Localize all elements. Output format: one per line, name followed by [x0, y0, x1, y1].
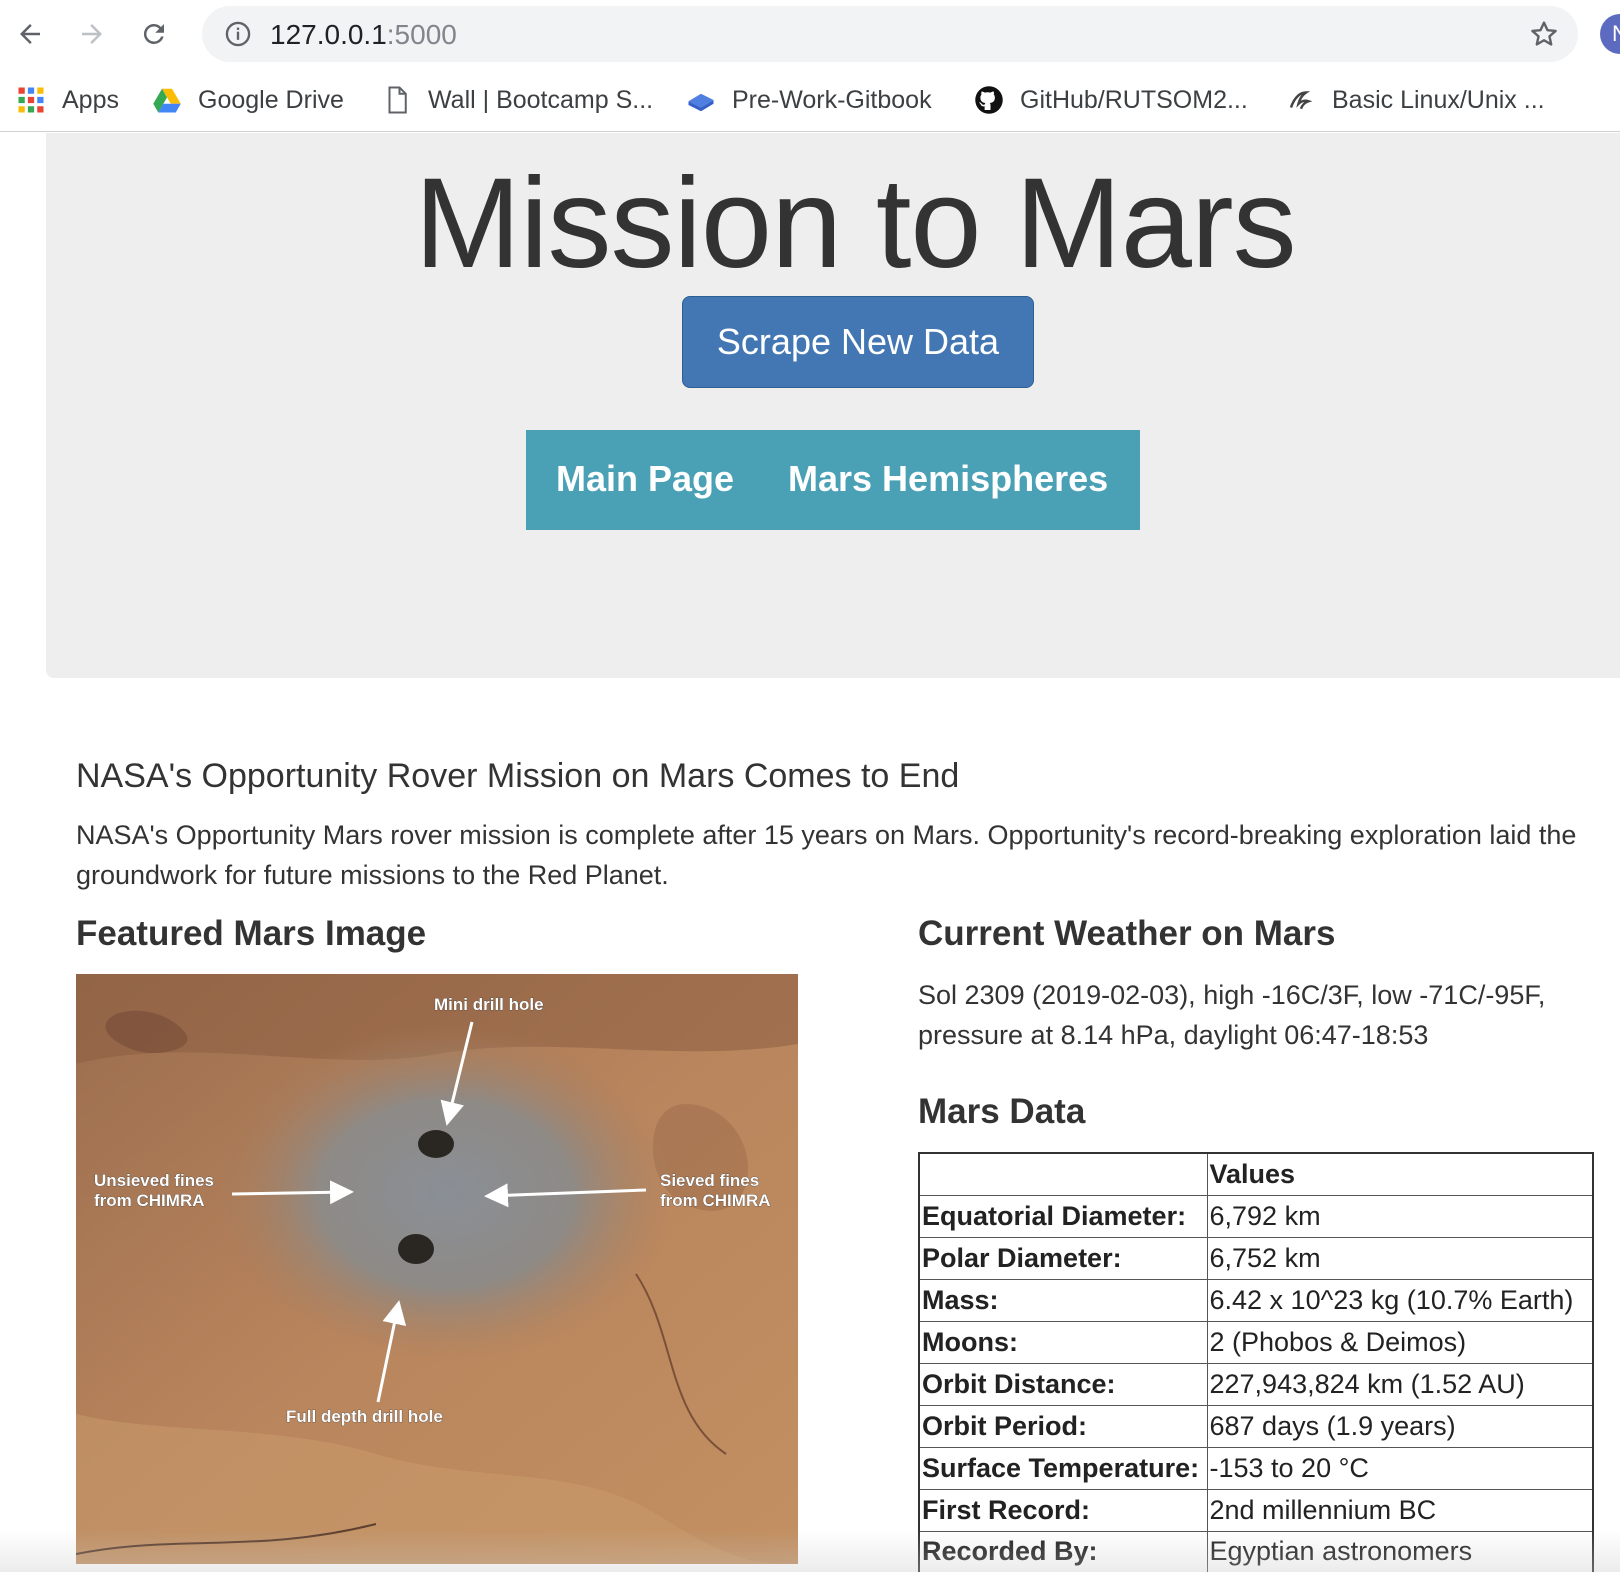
- row-value: 6.42 x 10^23 kg (10.7% Earth): [1206, 1278, 1594, 1322]
- table-row: Orbit Period: 687 days (1.9 years): [918, 1404, 1594, 1448]
- row-value: 6,752 km: [1206, 1236, 1594, 1280]
- bookmarks-bar: Apps Google Drive Wall | Bootcamp S... P…: [0, 68, 1620, 132]
- row-label: Polar Diameter:: [918, 1236, 1208, 1280]
- table-row: First Record: 2nd millennium BC: [918, 1488, 1594, 1532]
- row-label: Moons:: [918, 1320, 1208, 1364]
- table-row: Recorded By: Egyptian astronomers: [918, 1530, 1594, 1572]
- row-label: Equatorial Diameter:: [918, 1194, 1208, 1238]
- row-label: Surface Temperature:: [918, 1446, 1208, 1490]
- row-value: 687 days (1.9 years): [1206, 1404, 1594, 1448]
- row-value: -153 to 20 °C: [1206, 1446, 1594, 1490]
- row-label: Mass:: [918, 1278, 1208, 1322]
- row-value: 2 (Phobos & Deimos): [1206, 1320, 1594, 1364]
- weather-text: Sol 2309 (2019-02-03), high -16C/3F, low…: [918, 980, 1546, 1050]
- label-unsieved-1: Unsieved fines: [94, 1171, 214, 1190]
- table-header-empty: [918, 1152, 1208, 1196]
- profile-avatar[interactable]: N: [1600, 14, 1620, 54]
- table-row: Orbit Distance: 227,943,824 km (1.52 AU): [918, 1362, 1594, 1406]
- page-title: Mission to Mars: [414, 152, 1296, 295]
- table-header-values: Values: [1206, 1152, 1594, 1196]
- bookmark-label: Apps: [62, 85, 119, 114]
- label-sieved-1: Sieved fines: [660, 1171, 759, 1190]
- mars-data-heading: Mars Data: [918, 1092, 1086, 1131]
- address-bar[interactable]: 127.0.0.1:5000: [202, 6, 1578, 62]
- table-row: Surface Temperature: -153 to 20 °C: [918, 1446, 1594, 1490]
- table-row: Equatorial Diameter: 6,792 km: [918, 1194, 1594, 1238]
- label-full-drill-hole: Full depth drill hole: [286, 1407, 443, 1426]
- row-label: Orbit Distance:: [918, 1362, 1208, 1406]
- news-title: NASA's Opportunity Rover Mission on Mars…: [76, 757, 960, 795]
- github-icon: [975, 86, 1003, 114]
- news-paragraph: NASA's Opportunity Mars rover mission is…: [76, 820, 1577, 890]
- row-label: First Record:: [918, 1488, 1208, 1532]
- google-drive-icon: [153, 88, 181, 113]
- scrape-new-data-button[interactable]: Scrape New Data: [682, 296, 1034, 388]
- mars-facts-table: Values Equatorial Diameter: 6,792 km Pola…: [918, 1152, 1594, 1572]
- gitbook-icon: [688, 93, 714, 112]
- featured-image-heading: Featured Mars Image: [76, 914, 427, 953]
- site-icon: [1289, 91, 1313, 110]
- bookmark-label: GitHub/RUTSOM2...: [1020, 85, 1248, 114]
- bookmark-github[interactable]: GitHub/RUTSOM2...: [974, 82, 1248, 118]
- url-text: 127.0.0.1:5000: [270, 19, 457, 50]
- info-icon[interactable]: [224, 20, 252, 48]
- row-label: Recorded By:: [918, 1530, 1208, 1572]
- label-mini-drill-hole: Mini drill hole: [434, 995, 544, 1014]
- table-row: Polar Diameter: 6,752 km: [918, 1236, 1594, 1280]
- browser-toolbar: 127.0.0.1:5000 N: [0, 0, 1620, 68]
- reload-icon[interactable]: [134, 14, 174, 54]
- bookmark-star-icon[interactable]: [1528, 18, 1560, 50]
- bookmark-label: Wall | Bootcamp S...: [428, 85, 654, 114]
- back-arrow-icon[interactable]: [10, 14, 50, 54]
- table-row: Mass: 6.42 x 10^23 kg (10.7% Earth): [918, 1278, 1594, 1322]
- navbar: Main Page Mars Hemispheres: [526, 430, 1140, 530]
- table-row: Moons: 2 (Phobos & Deimos): [918, 1320, 1594, 1364]
- bookmark-label: Google Drive: [198, 85, 344, 114]
- label-sieved-2: from CHIMRA: [660, 1191, 771, 1210]
- bookmark-label: Basic Linux/Unix ...: [1332, 85, 1545, 114]
- bookmark-google-drive[interactable]: Google Drive: [152, 82, 344, 118]
- bookmark-apps[interactable]: Apps: [16, 82, 119, 118]
- forward-arrow-icon[interactable]: [72, 14, 112, 54]
- label-unsieved-2: from CHIMRA: [94, 1191, 205, 1210]
- bookmark-prework-gitbook[interactable]: Pre-Work-Gitbook: [686, 82, 932, 118]
- featured-mars-image[interactable]: Mini drill hole Unsieved fines from CHIM…: [76, 974, 798, 1564]
- row-value: 2nd millennium BC: [1206, 1488, 1594, 1532]
- nav-main-page[interactable]: Main Page: [556, 458, 734, 500]
- row-value: 6,792 km: [1206, 1194, 1594, 1238]
- weather-heading: Current Weather on Mars: [918, 914, 1336, 953]
- apps-grid-icon: [18, 87, 44, 113]
- bookmark-basic-linux[interactable]: Basic Linux/Unix ...: [1286, 82, 1545, 118]
- row-label: Orbit Period:: [918, 1404, 1208, 1448]
- nav-mars-hemispheres[interactable]: Mars Hemispheres: [788, 458, 1108, 500]
- bookmark-label: Pre-Work-Gitbook: [732, 85, 932, 114]
- bookmark-wall-bootcamp[interactable]: Wall | Bootcamp S...: [382, 82, 653, 118]
- document-icon: [388, 86, 407, 114]
- row-value: Egyptian astronomers: [1206, 1530, 1594, 1572]
- row-value: 227,943,824 km (1.52 AU): [1206, 1362, 1594, 1406]
- table-header-row: Values: [918, 1152, 1594, 1196]
